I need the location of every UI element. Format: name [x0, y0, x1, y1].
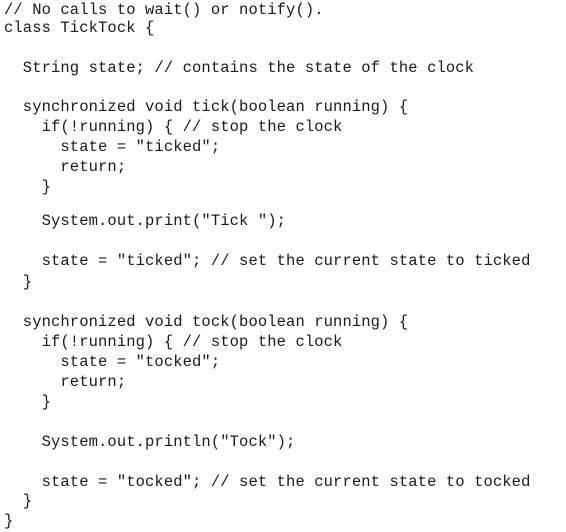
code-line: return; [4, 158, 127, 176]
code-line: state = "ticked"; // set the current sta… [4, 252, 531, 270]
code-line: System.out.println("Tock"); [4, 433, 296, 451]
code-line: // No calls to wait() or notify(). [4, 1, 324, 19]
code-line: String state; // contains the state of t… [4, 59, 475, 77]
code-line: class TickTock { [4, 19, 155, 37]
code-line: state = "tocked"; [4, 353, 221, 371]
code-line: } [4, 492, 33, 510]
code-line: } [4, 178, 52, 196]
code-line: return; [4, 373, 127, 391]
code-line: state = "ticked"; [4, 138, 221, 156]
code-line: synchronized void tick(boolean running) … [4, 98, 409, 116]
code-line: if(!running) { // stop the clock [4, 333, 343, 351]
code-listing: // No calls to wait() or notify(). class… [4, 0, 564, 532]
code-line: } [4, 512, 14, 530]
code-line: if(!running) { // stop the clock [4, 118, 343, 136]
code-line: synchronized void tock(boolean running) … [4, 313, 409, 331]
code-line: } [4, 393, 52, 411]
code-line: } [4, 273, 33, 291]
code-line: state = "tocked"; // set the current sta… [4, 473, 531, 491]
code-line: System.out.print("Tick "); [4, 212, 287, 230]
